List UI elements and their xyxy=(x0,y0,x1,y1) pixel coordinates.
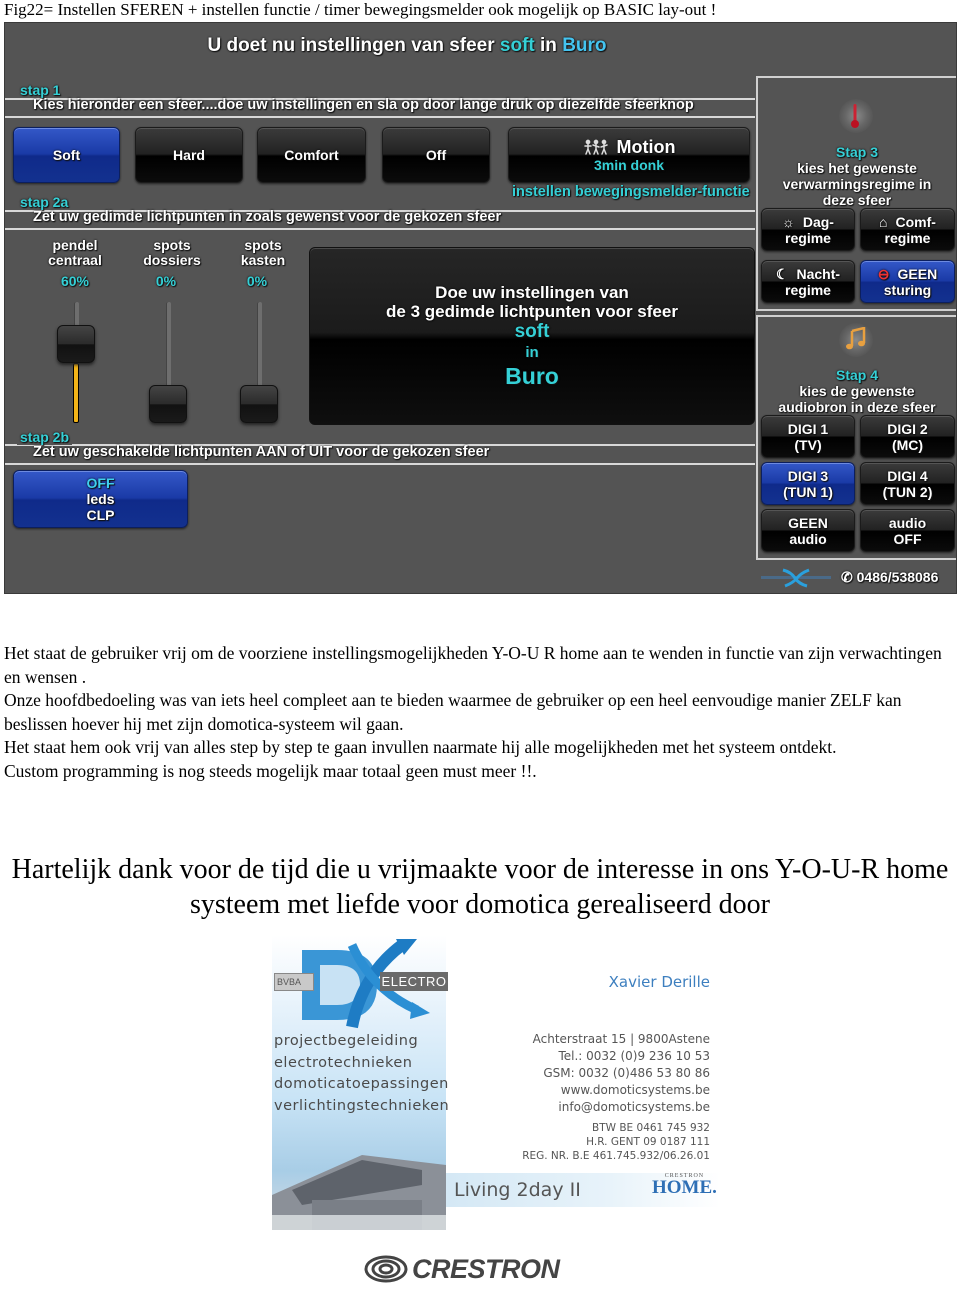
motion-button[interactable]: Motion 3min donk xyxy=(508,127,750,183)
divider xyxy=(5,228,755,230)
fader-value: 0% xyxy=(155,273,177,289)
no-entry-icon: ⊖ xyxy=(877,265,890,282)
audio-button-digi1[interactable]: DIGI 1 (TV) xyxy=(761,415,855,458)
step2b-tag: stap 2b xyxy=(17,429,73,445)
fader-label: spots dossiers xyxy=(143,237,201,268)
regime-button-nacht[interactable]: ☾ Nacht- regime xyxy=(761,260,855,303)
crestron-swirl-icon xyxy=(364,1255,408,1283)
contact-details: Achterstraat 15 | 9800Astene Tel.: 0032 … xyxy=(532,1032,710,1116)
step4-tag: Stap 4 xyxy=(835,367,878,383)
services-list: projectbegeleiding electrotechnieken dom… xyxy=(274,1033,450,1114)
legal-details: BTW BE 0461 745 932 H.R. GENT 09 0187 11… xyxy=(522,1122,710,1162)
scene-button-soft[interactable]: Soft xyxy=(13,127,120,183)
audio-button-audio-off[interactable]: audio OFF xyxy=(860,509,955,552)
info-room: Buro xyxy=(505,363,559,389)
fader-value: 60% xyxy=(60,273,90,289)
paragraph: Custom programming is nog steeds mogelij… xyxy=(4,760,537,781)
fader-knob[interactable] xyxy=(149,385,187,423)
fader-knob[interactable] xyxy=(57,325,95,364)
thermometer-icon xyxy=(851,104,859,128)
dx-logo xyxy=(761,568,831,588)
audio-button-digi3[interactable]: DIGI 3 (TUN 1) xyxy=(761,462,855,505)
email-link[interactable]: info@domoticsystems.be xyxy=(533,1099,710,1116)
sun-icon: ☼ xyxy=(782,213,795,230)
paragraph: Het staat hem ook vrij van alles step by… xyxy=(4,737,837,757)
fader-level-fill xyxy=(73,363,79,423)
divider xyxy=(5,116,755,118)
scene-button-hard[interactable]: Hard xyxy=(135,127,243,183)
step2b-description: Zet uw geschakelde lichtpunten AAN of UI… xyxy=(33,444,490,460)
audio-button-geen-audio[interactable]: GEEN audio xyxy=(761,509,855,552)
step2a-tag: stap 2a xyxy=(17,194,72,210)
step3-tag: Stap 3 xyxy=(835,144,878,160)
info-sfeer: soft xyxy=(514,321,550,342)
step1-description: Kies hieronder een sfeer....doe uw inste… xyxy=(33,97,694,113)
step2a-description: Zet uw gedimde lichtpunten in zoals gewe… xyxy=(33,209,502,225)
contact-name: Xavier Derille xyxy=(608,973,710,991)
fader-value: 0% xyxy=(246,273,268,289)
current-room: Buro xyxy=(562,35,607,56)
fader-label: pendel centraal xyxy=(48,237,102,268)
music-note-icon xyxy=(846,327,866,350)
card-left-panel: BVBA ELECTRO projectbegeleiding electrot… xyxy=(272,935,450,1230)
figure-caption: Fig22= Instellen SFEREN + instellen func… xyxy=(4,0,717,19)
business-card: BVBA ELECTRO projectbegeleiding electrot… xyxy=(270,935,720,1230)
divider xyxy=(5,463,755,465)
website-link[interactable]: www.domoticsystems.be xyxy=(533,1082,710,1099)
paragraph: Onze hoofdbedoeling was van iets heel co… xyxy=(4,690,902,734)
thanks-text: Hartelijk dank voor de tijd die u vrijma… xyxy=(11,854,949,920)
current-sfeer: soft xyxy=(499,35,535,56)
audio-button-digi4[interactable]: DIGI 4 (TUN 2) xyxy=(860,462,955,505)
step1-tag: stap 1 xyxy=(17,82,64,98)
fader-label: spots kasten xyxy=(240,237,286,268)
body-paragraphs: Het staat de gebruiker vrij om de voorzi… xyxy=(4,642,954,783)
scene-button-comfort[interactable]: Comfort xyxy=(257,127,366,183)
motion-title: Motion xyxy=(616,137,676,157)
scene-button-off[interactable]: Off xyxy=(382,127,490,183)
regime-button-dag[interactable]: ☼ Dag- regime xyxy=(761,208,855,251)
building-image xyxy=(272,1155,446,1230)
home-icon: ⌂ xyxy=(879,213,888,230)
screen-title: U doet nu instellingen van sfeer soft in… xyxy=(207,35,607,56)
phone-number: ✆ 0486/538086 xyxy=(841,569,939,585)
toggle-state: OFF xyxy=(86,475,115,491)
moon-icon: ☾ xyxy=(775,265,789,282)
motion-timer: 3min donk xyxy=(593,157,664,173)
regime-button-geen-sturing[interactable]: ⊖ GEEN sturing xyxy=(860,260,955,303)
audio-button-digi2[interactable]: DIGI 2 (MC) xyxy=(860,415,955,458)
electro-label: ELECTRO xyxy=(380,972,448,991)
fader-knob[interactable] xyxy=(240,385,278,423)
toggle-leds-clp[interactable]: OFF leds CLP xyxy=(13,470,188,528)
paragraph: Het staat de gebruiker vrij om de voorzi… xyxy=(4,643,942,687)
living-2day-logo: Living 2day II xyxy=(454,1179,581,1201)
crestron-home-logo: CRESTRON HOME. xyxy=(652,1173,717,1198)
phone-icon: ✆ xyxy=(841,569,853,585)
touchpanel-screenshot: U doet nu instellingen van sfeer soft in… xyxy=(4,22,957,594)
motion-people-icon xyxy=(583,139,608,155)
bvba-label: BVBA xyxy=(274,973,314,991)
info-box: Doe uw instellingen van de 3 gedimde lic… xyxy=(309,247,755,425)
crestron-logo: CRESTRON xyxy=(364,1252,560,1286)
motion-caption: instellen bewegingsmelder-functie xyxy=(512,184,750,200)
regime-button-comfort[interactable]: ⌂ Comf- regime xyxy=(860,208,955,251)
